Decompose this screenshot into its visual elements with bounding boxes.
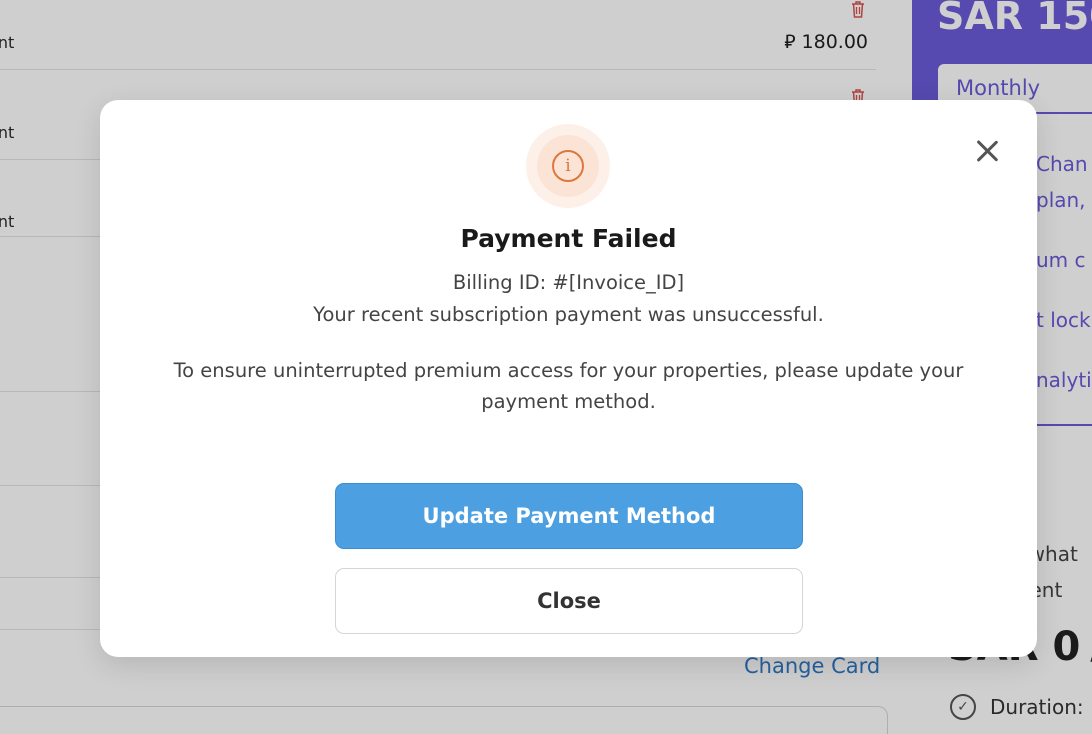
payment-failed-dialog: i Payment Failed Billing ID: #[Invoice_I… [100, 100, 1037, 657]
info-icon: i [552, 150, 584, 182]
dialog-message: Your recent subscription payment was uns… [313, 303, 824, 326]
close-icon[interactable] [972, 136, 1002, 166]
info-icon-ring: i [537, 135, 599, 197]
close-button[interactable]: Close [335, 568, 803, 634]
info-icon-halo: i [526, 124, 610, 208]
billing-id: Billing ID: #[Invoice_ID] [452, 271, 685, 294]
dialog-title: Payment Failed [460, 224, 677, 253]
update-payment-method-button[interactable]: Update Payment Method [335, 483, 803, 549]
dialog-body: To ensure uninterrupted premium access f… [173, 359, 964, 413]
